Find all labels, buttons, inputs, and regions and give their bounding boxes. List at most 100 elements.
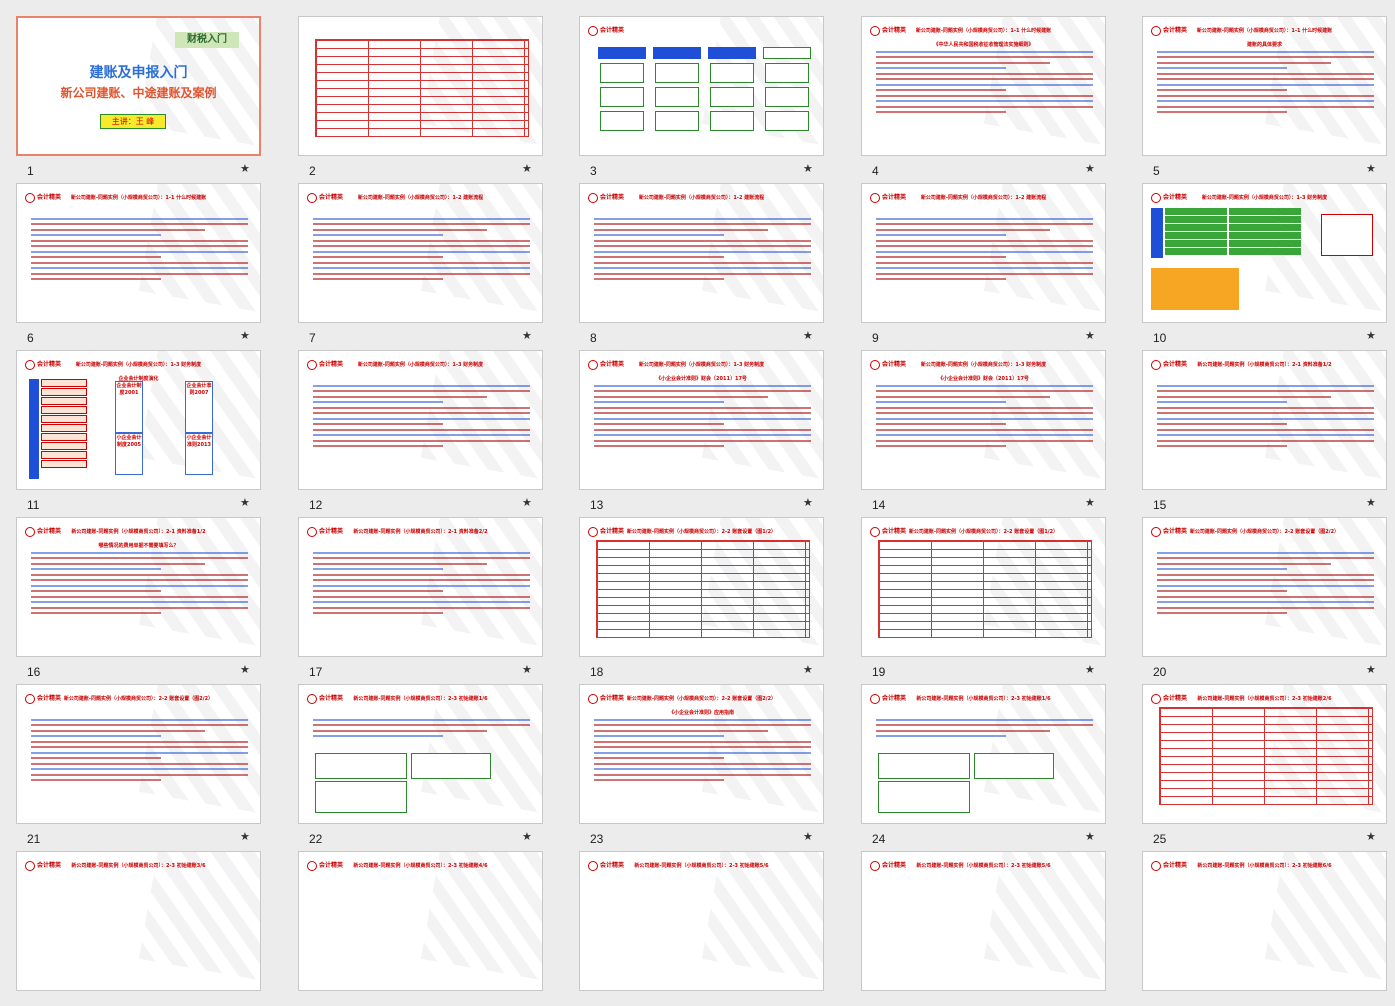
timeline-bar	[29, 379, 39, 479]
slide-thumbnail-23[interactable]: 会计精英 新公司建账-同题实例（小规模商贸公司）：2-2 账套设置（图2/2） 《小…	[567, 672, 849, 846]
slide-title: 新公司建账-同题实例（小规模商贸公司）：1-3 财务制度	[638, 362, 765, 368]
slide-preview[interactable]: 会计精英 新公司建账-同题实例（小规模商贸公司）：2-1 资料准备2/2	[298, 517, 543, 657]
slide-thumbnail-17[interactable]: 会计精英 新公司建账-同题实例（小规模商贸公司）：2-1 资料准备2/2 17 ★	[286, 505, 568, 679]
slide-thumbnail-5[interactable]: 会计精英 新公司建账-同题实例（小规模商贸公司）：1-1 什么时候建账 建账的具体要…	[1130, 4, 1395, 178]
flow-header-box	[653, 47, 701, 59]
slide-preview[interactable]: 会计精英 新公司建账-同题实例（小规模商贸公司）：2-2 账套设置（图2/2） 《小…	[579, 684, 824, 824]
slide-preview[interactable]: 会计精英 新公司建账-同题实例（小规模商贸公司）：2-3 初始建账6/6	[1142, 851, 1387, 991]
slide-preview[interactable]: 会计精英 新公司建账-同题实例（小规模商贸公司）：2-1 资料准备1/2 哪些情况的…	[16, 517, 261, 657]
slide-preview[interactable]: 会计精英新公司建账-同题实例（小规模商贸公司）：1-3 财务制度中国会计制度体系	[1142, 183, 1387, 323]
flow-header-box	[763, 47, 811, 59]
flow-box	[655, 63, 699, 83]
timeline-item	[41, 397, 87, 405]
slide-preview[interactable]: 会计精英 新公司建账-同题实例（小规模商贸公司）：1-1 什么时候建账 建账的具体要…	[1142, 16, 1387, 156]
timeline-item	[41, 388, 87, 396]
slide-thumbnail-18[interactable]: 会计精英 新公司建账-同题实例（小规模商贸公司）：2-2 账套设置（图1/2） 18…	[567, 505, 849, 679]
slide-thumbnail-3[interactable]: 会计精英 3 ★	[567, 4, 849, 178]
flow-box	[655, 87, 699, 107]
slide-preview[interactable]: 会计精英 新公司建账-同题实例（小规模商贸公司）：1-1 什么时候建账 《中华人民共…	[861, 16, 1106, 156]
slide-preview[interactable]: 会计精英 新公司建账-同题实例（小规模商贸公司）：1-2 建账流程	[861, 183, 1106, 323]
slide-title: 新公司建账-同题实例（小规模商贸公司）：2-2 账套设置（图2/2）	[626, 696, 777, 702]
slide-preview[interactable]: 会计精英 新公司建账-同题实例（小规模商贸公司）：1-2 建账流程	[298, 183, 543, 323]
slide-title: 新公司建账-同题实例（小规模商贸公司）：1-2 建账流程	[357, 195, 484, 201]
diagram-block	[1321, 214, 1373, 256]
slide-thumbnail-10[interactable]: 会计精英新公司建账-同题实例（小规模商贸公司）：1-3 财务制度中国会计制度体系…	[1130, 171, 1395, 345]
slide-title: 新公司建账-同题实例（小规模商贸公司）：2-2 账套设置（图1/2）	[908, 529, 1059, 535]
slide-preview[interactable]: 会计精英 新公司建账-同题实例（小规模商贸公司）：2-3 初始建账5/6	[579, 851, 824, 991]
slide-preview[interactable]: 会计精英 新公司建账-同题实例（小规模商贸公司）：2-1 资料准备1/2	[1142, 350, 1387, 490]
slide-preview[interactable]: 财税入门 建账及申报入门 新公司建账、中途建账及案例 主讲：王 峰	[16, 16, 261, 156]
slide-thumbnail-partial[interactable]: 会计精英 新公司建账-同题实例（小规模商贸公司）：2-3 初始建账5/6	[567, 839, 849, 1006]
slide-preview[interactable]: 会计精英 新公司建账-同题实例（小规模商贸公司）：2-3 初始建账5/6	[861, 851, 1106, 991]
slide-preview[interactable]: 会计精英 新公司建账-同题实例（小规模商贸公司）：2-2 账套设置（图1/2）	[579, 517, 824, 657]
slide-thumbnail-22[interactable]: 会计精英 新公司建账-同题实例（小规模商贸公司）：2-3 初始建账1/6 22 ★	[286, 672, 568, 846]
slide-title: 新公司建账-同题实例（小规模商贸公司）：2-3 初始建账4/6	[353, 863, 488, 869]
slide-preview[interactable]: 会计精英 新公司建账-同题实例（小规模商贸公司）：1-3 财务制度 《小企业会计准则…	[861, 350, 1106, 490]
slide-thumbnail-16[interactable]: 会计精英 新公司建账-同题实例（小规模商贸公司）：2-1 资料准备1/2 哪些情况的…	[4, 505, 286, 679]
slide-title: 新公司建账-同题实例（小规模商贸公司）：1-1 什么时候建账	[915, 28, 1052, 34]
slide-body-text	[1157, 381, 1374, 451]
slide-body-text	[313, 381, 530, 451]
slide-thumbnail-24[interactable]: 会计精英 新公司建账-同题实例（小规模商贸公司）：2-3 初始建账1/6 24 ★	[849, 672, 1131, 846]
slide-thumbnail-2[interactable]: 2 ★	[286, 4, 568, 178]
slide-preview[interactable]: 会计精英 新公司建账-同题实例（小规模商贸公司）：1-2 建账流程	[579, 183, 824, 323]
slide-body-text	[31, 715, 248, 785]
slide-title: 新公司建账-同题实例（小规模商贸公司）：1-1 什么时候建账	[1196, 28, 1333, 34]
slide-preview[interactable]: 会计精英 新公司建账-同题实例（小规模商贸公司）：2-2 账套设置（图1/2）	[861, 517, 1106, 657]
diagram-item	[1165, 232, 1227, 239]
slide-title: 新公司建账-同题实例（小规模商贸公司）：1-3 财务制度	[357, 362, 484, 368]
journal-entry-box	[974, 753, 1054, 779]
slide-title: 新公司建账-同题实例（小规模商贸公司）：2-3 初始建账3/6	[71, 863, 206, 869]
flow-box	[710, 111, 754, 131]
slide-body-text	[876, 47, 1093, 117]
slide-body-text	[31, 548, 248, 618]
slide-thumbnail-8[interactable]: 会计精英 新公司建账-同题实例（小规模商贸公司）：1-2 建账流程 8 ★	[567, 171, 849, 345]
timeline-item	[41, 433, 87, 441]
flow-header-box	[598, 47, 646, 59]
slide-thumbnail-12[interactable]: 会计精英 新公司建账-同题实例（小规模商贸公司）：1-3 财务制度 12 ★	[286, 338, 568, 512]
slide-thumbnail-partial[interactable]: 会计精英 新公司建账-同题实例（小规模商贸公司）：2-3 初始建账4/6	[286, 839, 568, 1006]
slide-thumbnail-15[interactable]: 会计精英 新公司建账-同题实例（小规模商贸公司）：2-1 资料准备1/2 15 ★	[1130, 338, 1395, 512]
slide-thumbnail-6[interactable]: 会计精英 新公司建账-同题实例（小规模商贸公司）：1-1 什么时候建账 6 ★	[4, 171, 286, 345]
slide-thumbnail-20[interactable]: 会计精英 新公司建账-同题实例（小规模商贸公司）：2-2 账套设置（图2/2） 20…	[1130, 505, 1395, 679]
slide-thumbnail-7[interactable]: 会计精英 新公司建账-同题实例（小规模商贸公司）：1-2 建账流程 7 ★	[286, 171, 568, 345]
slide-preview[interactable]: 会计精英 新公司建账-同题实例（小规模商贸公司）：1-3 财务制度	[298, 350, 543, 490]
slide-preview[interactable]: 会计精英 新公司建账-同题实例（小规模商贸公司）：2-3 初始建账3/6	[16, 851, 261, 991]
slide-preview[interactable]: 会计精英 新公司建账-同题实例（小规模商贸公司）：1-3 财务制度 企业会计制度演化…	[16, 350, 261, 490]
slide-thumbnail-25[interactable]: 会计精英 新公司建账-同题实例（小规模商贸公司）：2-3 初始建账2/6 25 ★	[1130, 672, 1395, 846]
slide-thumbnail-4[interactable]: 会计精英 新公司建账-同题实例（小规模商贸公司）：1-1 什么时候建账 《中华人民共…	[849, 4, 1131, 178]
timeline-item	[41, 442, 87, 450]
slide-preview[interactable]: 会计精英 新公司建账-同题实例（小规模商贸公司）：1-1 什么时候建账	[16, 183, 261, 323]
slide-title: 新公司建账-同题实例（小规模商贸公司）：2-3 初始建账1/6	[916, 696, 1051, 702]
slide-thumbnail-14[interactable]: 会计精英 新公司建账-同题实例（小规模商贸公司）：1-3 财务制度 《小企业会计准则…	[849, 338, 1131, 512]
slide-title: 新公司建账-同题实例（小规模商贸公司）：2-1 资料准备2/2	[353, 529, 488, 535]
slide-thumbnail-9[interactable]: 会计精英 新公司建账-同题实例（小规模商贸公司）：1-2 建账流程 9 ★	[849, 171, 1131, 345]
flow-box	[765, 87, 809, 107]
slide-preview[interactable]: 会计精英 新公司建账-同题实例（小规模商贸公司）：2-2 账套设置（图2/2）	[16, 684, 261, 824]
slide-preview[interactable]: 会计精英 新公司建账-同题实例（小规模商贸公司）：2-3 初始建账1/6	[298, 684, 543, 824]
slide-preview[interactable]: 会计精英 新公司建账-同题实例（小规模商贸公司）：2-3 初始建账4/6	[298, 851, 543, 991]
slide-body-text	[594, 214, 811, 284]
diagram-item	[1229, 232, 1301, 239]
timeline-item	[41, 415, 87, 423]
slide-title: 新公司建账-同题实例（小规模商贸公司）：2-2 账套设置（图2/2）	[63, 696, 214, 702]
slide-thumbnail-11[interactable]: 会计精英 新公司建账-同题实例（小规模商贸公司）：1-3 财务制度 企业会计制度演化…	[4, 338, 286, 512]
slide-body-text	[594, 381, 811, 451]
slide-thumbnail-1[interactable]: 财税入门 建账及申报入门 新公司建账、中途建账及案例 主讲：王 峰 1 ★	[4, 4, 286, 178]
slide-preview[interactable]: 会计精英 新公司建账-同题实例（小规模商贸公司）：1-3 财务制度 《小企业会计准则…	[579, 350, 824, 490]
slide-thumbnail-13[interactable]: 会计精英 新公司建账-同题实例（小规模商贸公司）：1-3 财务制度 《小企业会计准则…	[567, 338, 849, 512]
slide-preview[interactable]: 会计精英 新公司建账-同题实例（小规模商贸公司）：2-2 账套设置（图2/2）	[1142, 517, 1387, 657]
slide-thumbnail-19[interactable]: 会计精英 新公司建账-同题实例（小规模商贸公司）：2-2 账套设置（图1/2） 19…	[849, 505, 1131, 679]
slide-title: 新公司建账-同题实例（小规模商贸公司）：2-1 资料准备1/2	[71, 529, 206, 535]
slide-thumbnail-21[interactable]: 会计精英 新公司建账-同题实例（小规模商贸公司）：2-2 账套设置（图2/2） 21…	[4, 672, 286, 846]
slide-preview[interactable]	[298, 16, 543, 156]
slide-preview[interactable]: 会计精英 新公司建账-同题实例（小规模商贸公司）：2-3 初始建账2/6	[1142, 684, 1387, 824]
slide-thumbnail-partial[interactable]: 会计精英 新公司建账-同题实例（小规模商贸公司）：2-3 初始建账6/6	[1130, 839, 1395, 1006]
journal-entry-box	[411, 753, 491, 779]
slide-preview[interactable]: 会计精英 新公司建账-同题实例（小规模商贸公司）：2-3 初始建账1/6	[861, 684, 1106, 824]
slide-body-text	[876, 381, 1093, 451]
slide-thumbnail-partial[interactable]: 会计精英 新公司建账-同题实例（小规模商贸公司）：2-3 初始建账5/6	[849, 839, 1131, 1006]
flow-box	[600, 63, 644, 83]
slide-thumbnail-partial[interactable]: 会计精英 新公司建账-同题实例（小规模商贸公司）：2-3 初始建账3/6	[4, 839, 286, 1006]
slide-preview[interactable]: 会计精英	[579, 16, 824, 156]
